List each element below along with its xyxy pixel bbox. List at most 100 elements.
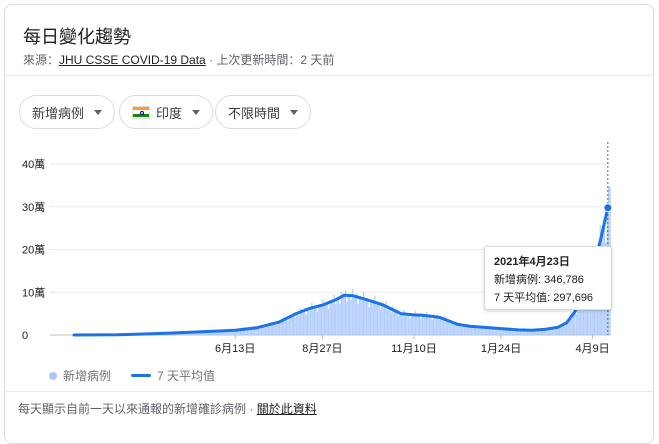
bar <box>411 314 412 335</box>
y-tick-label: 20萬 <box>22 244 45 257</box>
bar <box>254 329 255 335</box>
bar <box>335 304 336 335</box>
bar <box>336 301 337 335</box>
bar <box>332 301 333 335</box>
bar <box>416 316 417 335</box>
bar <box>542 331 543 335</box>
bar <box>420 319 421 335</box>
bar <box>275 323 276 335</box>
bar <box>402 316 403 335</box>
bar <box>308 308 309 335</box>
bar <box>502 330 503 335</box>
bar <box>269 325 270 335</box>
bar <box>356 294 357 335</box>
bar <box>391 312 392 335</box>
bar <box>325 305 326 335</box>
x-tick-label: 1月24日 <box>481 343 521 355</box>
bar <box>369 307 370 335</box>
bar <box>513 331 514 335</box>
footer-separator: · <box>249 402 253 416</box>
bar <box>408 313 409 335</box>
daily-cases-chart[interactable]: 010萬20萬30萬40萬 6月13日8月27日11月10日1月24日4月9日 <box>0 0 659 419</box>
bar <box>472 328 473 335</box>
bar <box>301 311 302 335</box>
chart-tooltip: 2021年4月23日 新增病例: 346,786 7 天平均值: 297,696 <box>484 246 612 310</box>
bar <box>427 318 428 335</box>
bar <box>286 319 287 335</box>
bar <box>430 316 431 335</box>
x-axis-labels: 6月13日8月27日11月10日1月24日4月9日 <box>215 343 610 355</box>
bar <box>380 309 381 335</box>
bar <box>388 309 389 335</box>
bar <box>339 304 340 335</box>
bar <box>560 326 561 335</box>
bar <box>490 329 491 335</box>
bar <box>296 315 297 335</box>
about-data-link[interactable]: 關於此資料 <box>257 402 317 416</box>
bar <box>376 305 377 335</box>
bar <box>383 303 384 335</box>
bar <box>434 316 435 335</box>
bar <box>310 310 311 335</box>
bar <box>307 310 308 335</box>
bar <box>320 305 321 335</box>
bar <box>360 297 361 335</box>
bar <box>303 311 304 335</box>
bar <box>443 320 444 335</box>
bar <box>378 303 379 335</box>
bar <box>324 306 325 335</box>
bar <box>569 320 570 335</box>
bar <box>348 297 349 335</box>
y-tick-label: 40萬 <box>22 158 45 171</box>
bar <box>247 330 248 335</box>
bar <box>283 321 284 335</box>
bar <box>272 324 273 335</box>
bar <box>317 312 318 335</box>
bar <box>313 307 314 335</box>
bar <box>419 315 420 335</box>
x-tick-label: 8月27日 <box>302 343 342 355</box>
y-axis-labels: 010萬20萬30萬40萬 <box>22 158 45 342</box>
bar <box>447 320 448 335</box>
footer: 每天顯示自前一天以來通報的新增確診病例 · 關於此資料 <box>18 400 317 417</box>
bar <box>265 327 266 335</box>
tooltip-new-cases: 新增病例: 346,786 <box>494 271 602 289</box>
bar <box>399 314 400 335</box>
bar <box>292 316 293 335</box>
bar <box>412 314 413 335</box>
bar <box>349 295 350 335</box>
bar <box>297 313 298 335</box>
bar <box>328 309 329 335</box>
bar <box>294 317 295 335</box>
bar <box>422 314 423 335</box>
bar <box>276 325 277 335</box>
bar <box>364 299 365 335</box>
bar <box>401 314 402 335</box>
bar <box>468 327 469 335</box>
bar <box>306 314 307 335</box>
bar <box>370 299 371 335</box>
bar <box>451 322 452 335</box>
bar <box>273 324 274 335</box>
bar <box>553 329 554 335</box>
bar <box>418 316 419 335</box>
bar <box>342 294 343 335</box>
bar <box>359 298 360 335</box>
tooltip-date: 2021年4月23日 <box>494 253 602 271</box>
bar <box>366 300 367 335</box>
bar <box>413 316 414 335</box>
bar <box>377 304 378 335</box>
hover-point <box>604 204 612 212</box>
bar <box>574 313 575 335</box>
bar <box>483 328 484 335</box>
bar <box>565 326 566 335</box>
bar <box>345 290 346 335</box>
bar <box>362 300 363 335</box>
bar <box>343 295 344 335</box>
bar <box>461 327 462 335</box>
bar <box>287 321 288 335</box>
bar <box>346 302 347 335</box>
bar <box>304 308 305 335</box>
bar <box>458 325 459 335</box>
bar <box>373 302 374 335</box>
